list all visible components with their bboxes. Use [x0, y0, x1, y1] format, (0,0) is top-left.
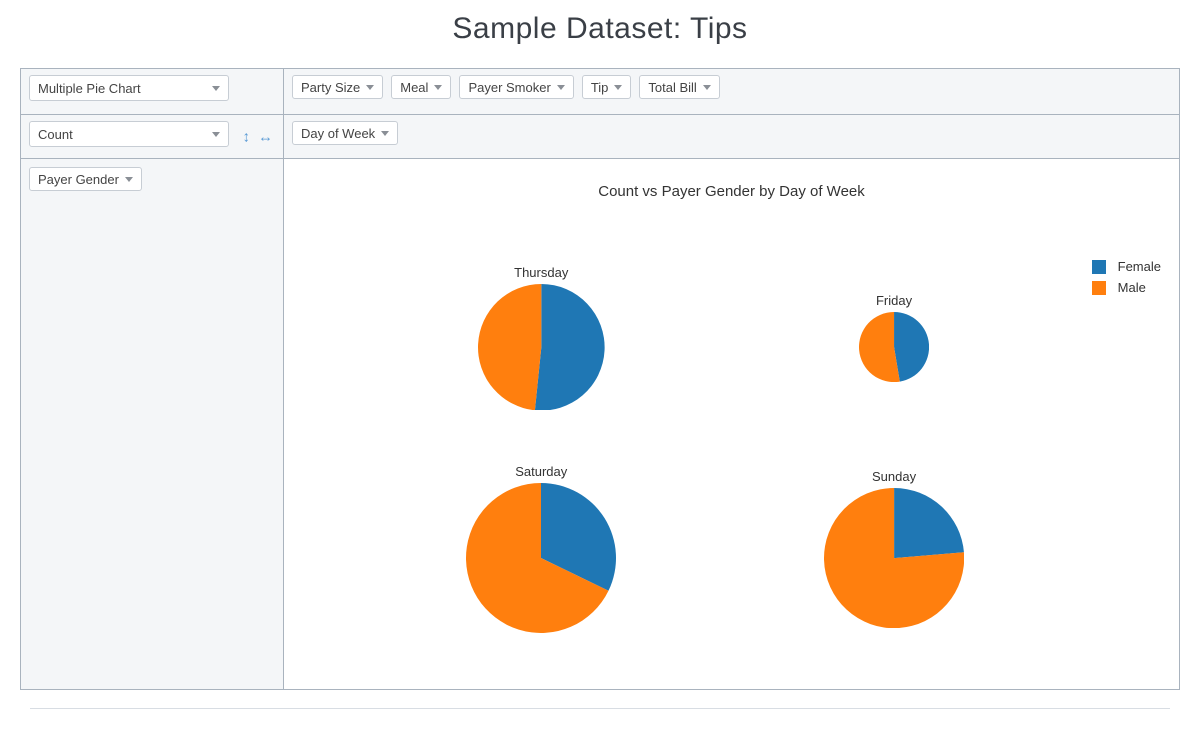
pie-saturday[interactable]: Saturday: [466, 464, 616, 633]
legend-swatch: [1092, 281, 1106, 295]
caret-down-icon: [212, 132, 220, 137]
pie-thursday[interactable]: Thursday: [478, 265, 605, 411]
legend-item-male[interactable]: Male: [1092, 280, 1161, 295]
row-fields-zone[interactable]: Payer Gender: [29, 167, 275, 191]
sort-vertical-icon[interactable]: ↕: [243, 129, 251, 144]
pivot-table-ui: Multiple Pie Chart Party Size Meal Payer S…: [20, 68, 1180, 690]
pie-label: Sunday: [824, 469, 964, 484]
field-pill-label: Total Bill: [648, 80, 696, 95]
sort-horizontal-icon[interactable]: ↔: [258, 129, 273, 144]
unused-fields-zone[interactable]: Party Size Meal Payer Smoker Tip Total Bill: [292, 75, 1171, 99]
field-pill-label: Payer Smoker: [468, 80, 550, 95]
chart-title: Count vs Payer Gender by Day of Week: [284, 159, 1179, 200]
pie-friday[interactable]: Friday: [859, 293, 929, 382]
pie-label: Saturday: [466, 464, 616, 479]
page-title: Sample Dataset: Tips: [20, 12, 1180, 46]
field-pill-day-of-week[interactable]: Day of Week: [292, 121, 398, 145]
caret-down-icon: [366, 85, 374, 90]
field-pill-payer-gender[interactable]: Payer Gender: [29, 167, 142, 191]
field-pill-party-size[interactable]: Party Size: [292, 75, 383, 99]
legend-label: Female: [1118, 259, 1161, 274]
field-pill-label: Tip: [591, 80, 609, 95]
chart-area: Count vs Payer Gender by Day of Week Thu…: [284, 159, 1179, 689]
field-pill-payer-smoker[interactable]: Payer Smoker: [459, 75, 573, 99]
column-fields-zone[interactable]: Day of Week: [292, 121, 1171, 145]
aggregator-dropdown[interactable]: Count: [29, 121, 229, 147]
caret-down-icon: [703, 85, 711, 90]
caret-down-icon: [557, 85, 565, 90]
legend-swatch: [1092, 260, 1106, 274]
field-pill-label: Party Size: [301, 80, 360, 95]
caret-down-icon: [125, 177, 133, 182]
field-pill-label: Payer Gender: [38, 172, 119, 187]
field-pill-total-bill[interactable]: Total Bill: [639, 75, 719, 99]
legend: Female Male: [1092, 259, 1161, 301]
legend-item-female[interactable]: Female: [1092, 259, 1161, 274]
renderer-dropdown[interactable]: Multiple Pie Chart: [29, 75, 229, 101]
pie-label: Friday: [859, 293, 929, 308]
caret-down-icon: [212, 86, 220, 91]
aggregator-label: Count: [38, 127, 73, 142]
pie-sunday[interactable]: Sunday: [824, 469, 964, 628]
caret-down-icon: [614, 85, 622, 90]
caret-down-icon: [434, 85, 442, 90]
field-pill-meal[interactable]: Meal: [391, 75, 451, 99]
renderer-label: Multiple Pie Chart: [38, 81, 141, 96]
legend-label: Male: [1118, 280, 1146, 295]
caret-down-icon: [381, 131, 389, 136]
field-pill-label: Meal: [400, 80, 428, 95]
field-pill-label: Day of Week: [301, 126, 375, 141]
divider: [30, 708, 1170, 709]
field-pill-tip[interactable]: Tip: [582, 75, 632, 99]
pie-label: Thursday: [478, 265, 605, 280]
